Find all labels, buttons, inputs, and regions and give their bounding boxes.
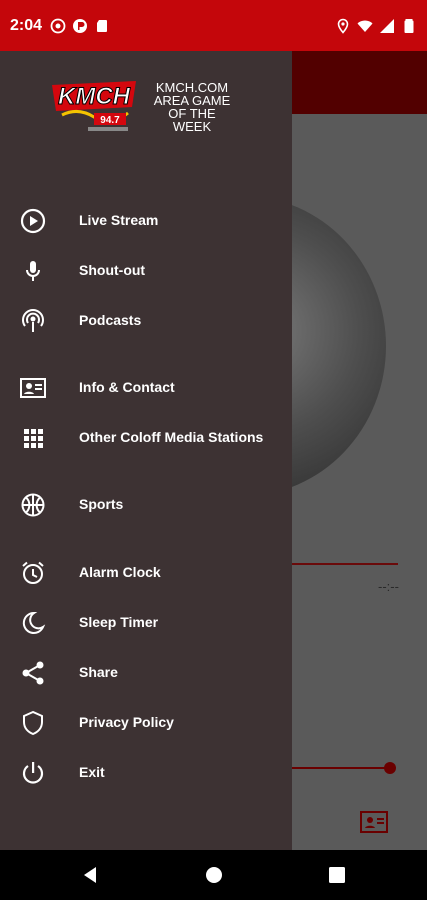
- status-time: 2:04: [10, 16, 43, 34]
- volume-slider[interactable]: [290, 767, 390, 769]
- power-icon: [22, 762, 44, 784]
- menu-item-other-stations[interactable]: Other Coloff Media Stations: [0, 413, 292, 461]
- svg-text:94.7: 94.7: [100, 115, 120, 126]
- home-icon[interactable]: [202, 863, 226, 887]
- sd-card-icon: [97, 19, 108, 32]
- menu-label: Privacy Policy: [79, 714, 174, 730]
- menu-label: Other Coloff Media Stations: [79, 429, 264, 445]
- menu-item-privacy-policy[interactable]: Privacy Policy: [0, 698, 292, 746]
- menu-item-info-contact[interactable]: Info & Contact: [0, 363, 292, 411]
- system-navigation-bar: [0, 850, 427, 900]
- status-bar: 2:04: [0, 0, 427, 51]
- menu-item-shout-out[interactable]: Shout-out: [0, 246, 292, 294]
- menu-item-sports[interactable]: Sports: [0, 480, 292, 528]
- signal-icon: [380, 18, 394, 33]
- duration-text: --:--: [378, 579, 399, 594]
- menu-label: Podcasts: [79, 312, 142, 328]
- menu-label: Live Stream: [79, 212, 159, 228]
- menu-item-exit[interactable]: Exit: [0, 748, 292, 796]
- menu-item-podcasts[interactable]: Podcasts: [0, 296, 292, 344]
- battery-icon: [404, 18, 414, 33]
- volume-slider-knob[interactable]: [384, 762, 396, 774]
- play-circle-icon: [20, 208, 46, 234]
- progress-bar[interactable]: [290, 563, 398, 565]
- menu-item-live-stream[interactable]: Live Stream: [0, 196, 292, 244]
- moon-icon: [22, 611, 46, 634]
- wifi-icon: [357, 20, 373, 32]
- menu-label: Alarm Clock: [79, 564, 161, 580]
- app-icon: [73, 18, 88, 33]
- menu-label: Sleep Timer: [79, 614, 159, 630]
- drawer-header: KMCH 94.7 KMCH.COM AREA GAME OF THE WEEK: [0, 51, 292, 161]
- menu-label: Share: [79, 664, 118, 680]
- menu-label: Exit: [79, 764, 105, 780]
- recents-icon[interactable]: [325, 863, 349, 887]
- location-icon: [337, 18, 349, 34]
- menu-item-share[interactable]: Share: [0, 648, 292, 696]
- microphone-icon: [26, 261, 40, 281]
- svg-text:KMCH: KMCH: [58, 83, 131, 110]
- menu-label: Shout-out: [79, 262, 146, 278]
- contact-card-icon: [20, 378, 46, 398]
- shield-icon: [23, 710, 43, 736]
- share-icon: [22, 661, 44, 685]
- back-icon[interactable]: [78, 863, 102, 887]
- podcast-icon: [22, 309, 44, 332]
- kmch-logo: KMCH 94.7: [52, 81, 136, 131]
- menu-item-alarm-clock[interactable]: Alarm Clock: [0, 548, 292, 596]
- header-tagline: KMCH.COM AREA GAME OF THE WEEK: [153, 80, 231, 134]
- menu-label: Info & Contact: [79, 379, 175, 395]
- media-icon: [50, 18, 66, 33]
- menu-label: Sports: [79, 496, 124, 512]
- basketball-icon: [21, 493, 45, 517]
- navigation-drawer: KMCH 94.7 KMCH.COM AREA GAME OF THE WEEK…: [0, 51, 292, 850]
- grid-icon: [24, 429, 43, 448]
- alarm-clock-icon: [22, 561, 44, 584]
- contact-card-icon[interactable]: [360, 811, 388, 833]
- menu-item-sleep-timer[interactable]: Sleep Timer: [0, 598, 292, 646]
